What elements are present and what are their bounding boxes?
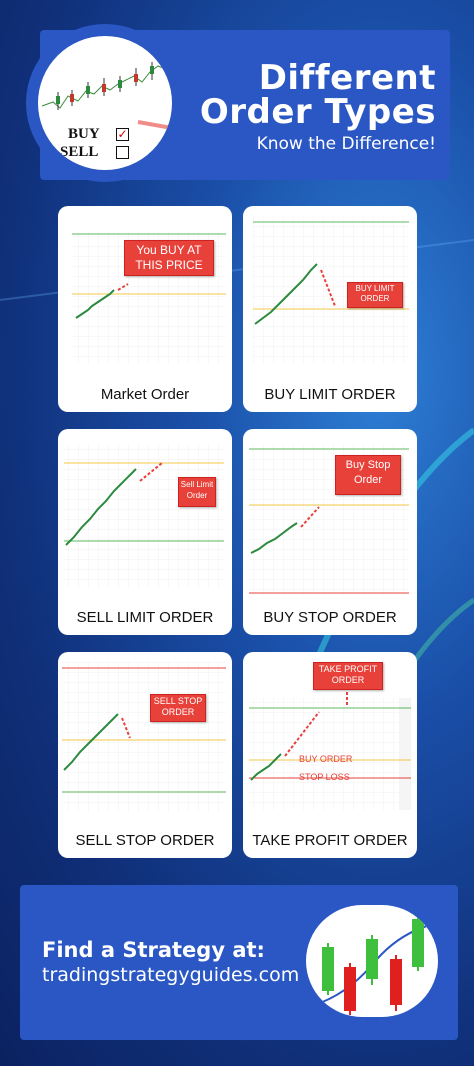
footer-title: Find a Strategy at:: [42, 938, 265, 962]
market-order-callout: You BUY AT THIS PRICE: [124, 240, 214, 276]
card-take-profit-order: TAKE PROFIT ORDER BUY ORDER STOP LOSS TA…: [243, 652, 417, 858]
logo: BUY ✓ SELL: [38, 36, 172, 170]
card-label-buy-stop-order: BUY STOP ORDER: [263, 609, 397, 626]
card-label-market-order: Market Order: [100, 386, 190, 403]
card-label-buy-limit-order: BUY LIMIT ORDER: [264, 386, 396, 403]
logo-sell-checkbox: [116, 146, 129, 159]
footer-chart-icon: [306, 905, 438, 1017]
logo-buy-text: BUY: [68, 126, 100, 142]
card-label-sell-limit-order: SELL LIMIT ORDER: [76, 609, 214, 626]
page-title-line2: Order Types: [199, 92, 436, 132]
card-buy-stop-order: Buy Stop Order BUY STOP ORDER: [243, 429, 417, 635]
card-label-sell-stop-order: SELL STOP ORDER: [75, 832, 215, 849]
logo-sell-text: SELL: [60, 144, 99, 160]
logo-buy-checkbox: ✓: [116, 127, 129, 141]
card-market-order: You BUY AT THIS PRICE Market Order: [58, 206, 232, 412]
card-sell-stop-order: SELL STOP ORDER SELL STOP ORDER: [58, 652, 232, 858]
buy-stop-callout: Buy Stop Order: [335, 455, 401, 495]
page-subtitle: Know the Difference!: [256, 134, 436, 154]
sell-stop-callout: SELL STOP ORDER: [150, 694, 206, 722]
logo-chart-icon: [41, 62, 172, 130]
sell-stop-chart: [62, 662, 226, 812]
sell-limit-chart: [64, 443, 224, 589]
card-buy-limit-order: BUY LIMIT ORDER BUY LIMIT ORDER: [243, 206, 417, 412]
stop-loss-label: STOP LOSS: [299, 772, 350, 782]
market-order-chart: [72, 232, 226, 364]
buy-order-label: BUY ORDER: [299, 754, 353, 764]
card-label-take-profit-order: TAKE PROFIT ORDER: [252, 832, 408, 849]
card-sell-limit-order: Sell Limit Order SELL LIMIT ORDER: [58, 429, 232, 635]
footer-url-link[interactable]: tradingstrategyguides.com: [42, 964, 299, 986]
buy-limit-callout: BUY LIMIT ORDER: [347, 282, 403, 308]
take-profit-callout: TAKE PROFIT ORDER: [313, 662, 383, 690]
sell-limit-callout: Sell Limit Order: [178, 477, 216, 507]
